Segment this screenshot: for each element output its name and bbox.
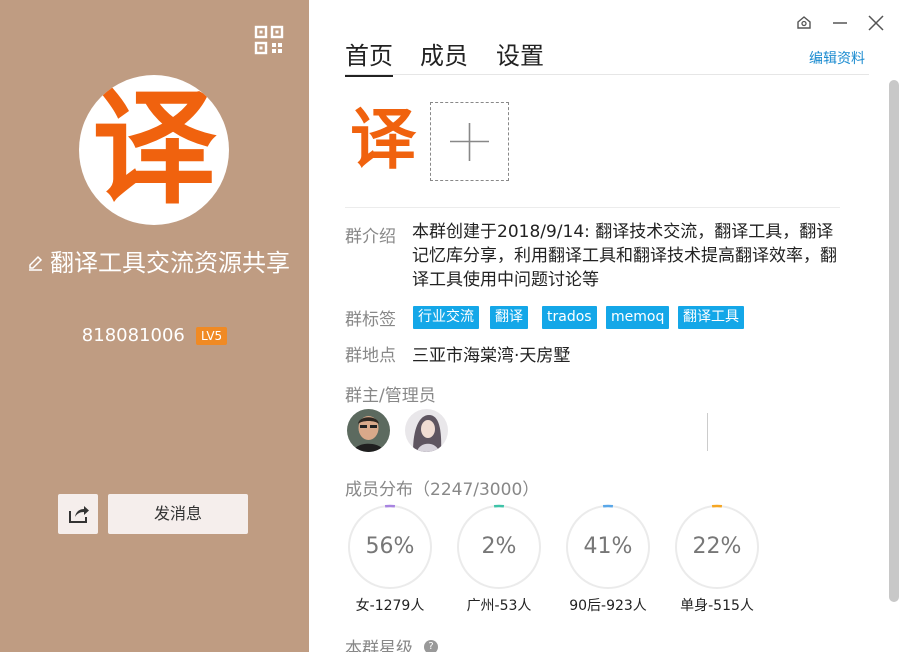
intro-text: 本群创建于2018/9/14: 翻译技术交流，翻译工具，翻译记忆库分享，利用翻译… <box>412 222 837 290</box>
stat-region: 2% 广州-53人 <box>456 504 542 614</box>
distribution-label: 成员分布（2247/3000） <box>345 480 540 500</box>
location-text: 三亚市海棠湾·天房墅 <box>412 346 571 366</box>
skin-icon[interactable] <box>793 12 815 34</box>
intro-label: 群介绍 <box>345 227 396 247</box>
stat-percent: 2% <box>481 534 517 559</box>
level-badge: LV5 <box>195 326 228 345</box>
group-photo[interactable]: 译 <box>345 100 421 180</box>
stat-percent: 56% <box>365 534 415 559</box>
group-id-row: 818081006 LV5 <box>0 325 309 346</box>
tags-label: 群标签 <box>345 310 396 330</box>
send-message-button[interactable]: 发消息 <box>108 494 248 534</box>
tab-home[interactable]: 首页 <box>345 36 393 77</box>
admin-avatar[interactable] <box>405 409 448 452</box>
admin-separator <box>707 413 708 451</box>
stat-gender: 56% 女-1279人 <box>347 504 433 614</box>
tag[interactable]: memoq <box>606 306 670 329</box>
owner-avatar[interactable] <box>347 409 390 452</box>
group-id: 818081006 <box>81 325 185 346</box>
help-icon[interactable]: ? <box>424 640 438 652</box>
close-icon[interactable] <box>865 12 887 34</box>
share-button[interactable] <box>58 494 98 534</box>
stat-percent: 41% <box>583 534 633 559</box>
tag[interactable]: 翻译 <box>490 306 528 329</box>
tab-settings[interactable]: 设置 <box>496 36 544 71</box>
group-star-label: 本群星级 <box>345 639 413 652</box>
window-controls <box>789 12 889 34</box>
stat-label: 90后-923人 <box>569 598 647 614</box>
stat-single: 22% 单身-515人 <box>674 504 760 614</box>
edit-profile-link[interactable]: 编辑资料 <box>809 48 865 68</box>
stat-label: 女-1279人 <box>355 598 425 614</box>
pencil-icon[interactable] <box>27 254 45 272</box>
qr-code-icon[interactable] <box>253 24 285 56</box>
stat-label: 单身-515人 <box>680 598 754 614</box>
stat-age: 41% 90后-923人 <box>565 504 651 614</box>
stat-percent: 22% <box>692 534 742 559</box>
left-panel: 译 翻译工具交流资源共享 818081006 LV5 发消息 <box>0 0 309 652</box>
tab-divider <box>345 74 869 75</box>
plus-icon <box>450 123 489 161</box>
admin-label: 群主/管理员 <box>345 386 436 406</box>
location-label: 群地点 <box>345 346 396 366</box>
tab-members[interactable]: 成员 <box>420 36 468 71</box>
group-avatar[interactable]: 译 <box>79 75 229 225</box>
group-name[interactable]: 翻译工具交流资源共享 <box>50 244 307 282</box>
scrollbar[interactable] <box>889 80 899 602</box>
tag[interactable]: 翻译工具 <box>678 306 744 329</box>
add-photo-button[interactable] <box>430 102 509 181</box>
tag[interactable]: trados <box>542 306 597 329</box>
share-icon <box>69 506 89 523</box>
group-name-block: 翻译工具交流资源共享 <box>22 244 307 282</box>
right-panel: 首页 成员 设置 编辑资料 译 群介绍 本群创建于2018/9/14: 翻译技术… <box>309 0 901 652</box>
tag[interactable]: 行业交流 <box>413 306 479 329</box>
stat-label: 广州-53人 <box>466 598 532 614</box>
avatar-character: 译 <box>91 77 216 221</box>
minimize-icon[interactable] <box>829 12 851 34</box>
section-divider <box>345 207 840 208</box>
